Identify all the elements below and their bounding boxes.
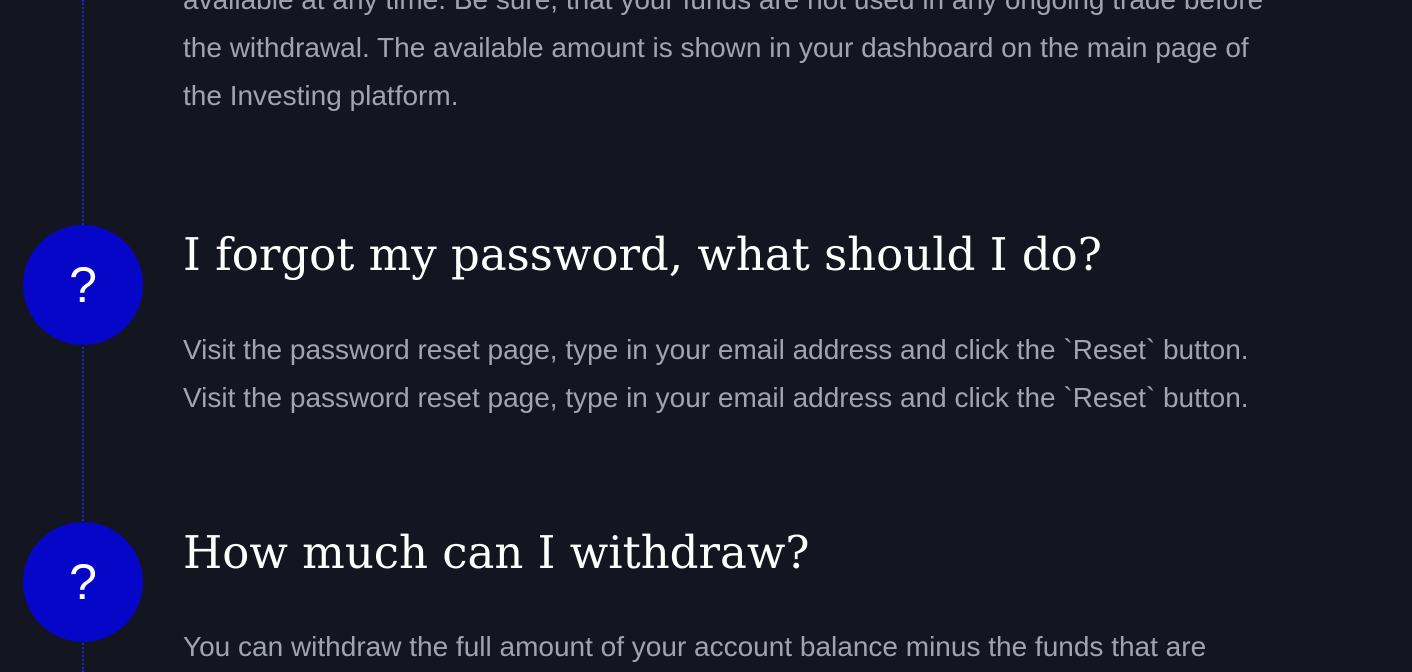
faq-answer-line: available at any time. Be sure, that you…: [183, 0, 1408, 24]
faq-answer-line: Visit the password reset page, type in y…: [183, 382, 1249, 413]
question-mark-icon: ?: [23, 225, 143, 345]
faq-answer: Visit the password reset page, type in y…: [183, 326, 1408, 422]
faq-answer: You can withdraw the full amount of your…: [183, 623, 1408, 671]
faq-answer-line: the Investing platform.: [183, 80, 459, 111]
faq-question[interactable]: How much can I withdraw?: [183, 526, 809, 580]
faq-answer: available at any time. Be sure, that you…: [183, 0, 1408, 120]
question-mark-icon: ?: [23, 522, 143, 642]
faq-answer-line: You can withdraw the full amount of your…: [183, 631, 1207, 662]
faq-answer-line: the withdrawal. The available amount is …: [183, 32, 1249, 63]
faq-question[interactable]: I forgot my password, what should I do?: [183, 228, 1102, 282]
faq-answer-line: Visit the password reset page, type in y…: [183, 334, 1249, 365]
